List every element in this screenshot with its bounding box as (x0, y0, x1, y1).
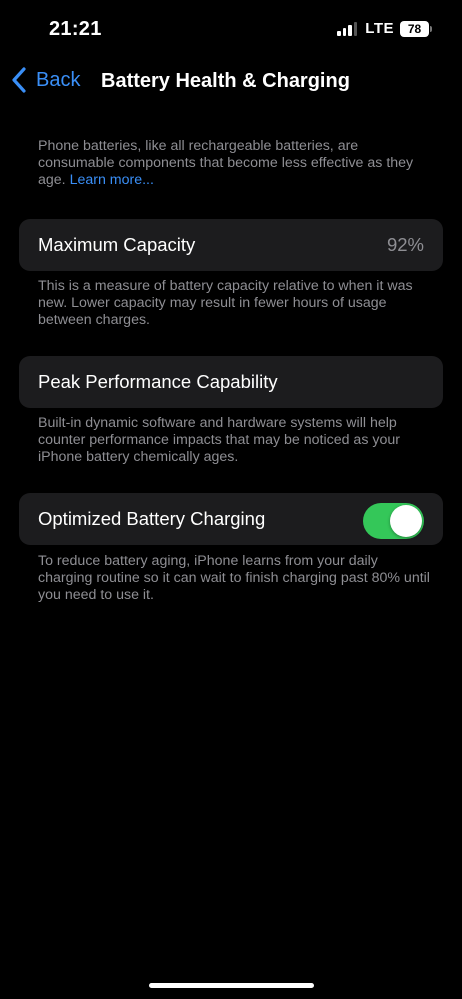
intro-description: Phone batteries, like all rechargeable b… (38, 138, 430, 189)
battery-level: 78 (400, 20, 429, 37)
status-indicators: LTE 78 (337, 20, 432, 37)
cellular-signal-icon (337, 21, 358, 36)
back-button[interactable]: Back (10, 66, 80, 94)
maximum-capacity-label: Maximum Capacity (38, 234, 196, 255)
maximum-capacity-cell: Maximum Capacity 92% (19, 219, 443, 271)
battery-icon: 78 (400, 20, 432, 37)
toggle-knob (390, 505, 422, 537)
optimized-charging-toggle[interactable] (363, 503, 424, 539)
maximum-capacity-description: This is a measure of battery capacity re… (38, 278, 413, 328)
learn-more-link[interactable]: Learn more... (70, 172, 154, 188)
optimized-charging-cell: Optimized Battery Charging (19, 493, 443, 545)
chevron-left-icon (12, 67, 26, 93)
maximum-capacity-value: 92% (386, 234, 424, 255)
optimized-charging-description: To reduce battery aging, iPhone learns f… (38, 553, 430, 603)
home-indicator[interactable] (149, 983, 314, 988)
peak-performance-cell: Peak Performance Capability (19, 356, 443, 408)
status-time: 21:21 (49, 18, 102, 40)
page-title: Battery Health & Charging (101, 70, 350, 92)
peak-performance-label: Peak Performance Capability (38, 371, 278, 392)
peak-performance-description: Built-in dynamic software and hardware s… (38, 415, 400, 465)
status-bar: 21:21 LTE 78 (0, 0, 462, 60)
network-type: LTE (365, 20, 394, 37)
battery-health-screen: 21:21 LTE 78 Back Battery Health & Charg… (0, 0, 462, 999)
optimized-charging-label: Optimized Battery Charging (38, 508, 266, 529)
navigation-bar: Back Battery Health & Charging (0, 62, 462, 102)
back-label: Back (36, 68, 81, 91)
